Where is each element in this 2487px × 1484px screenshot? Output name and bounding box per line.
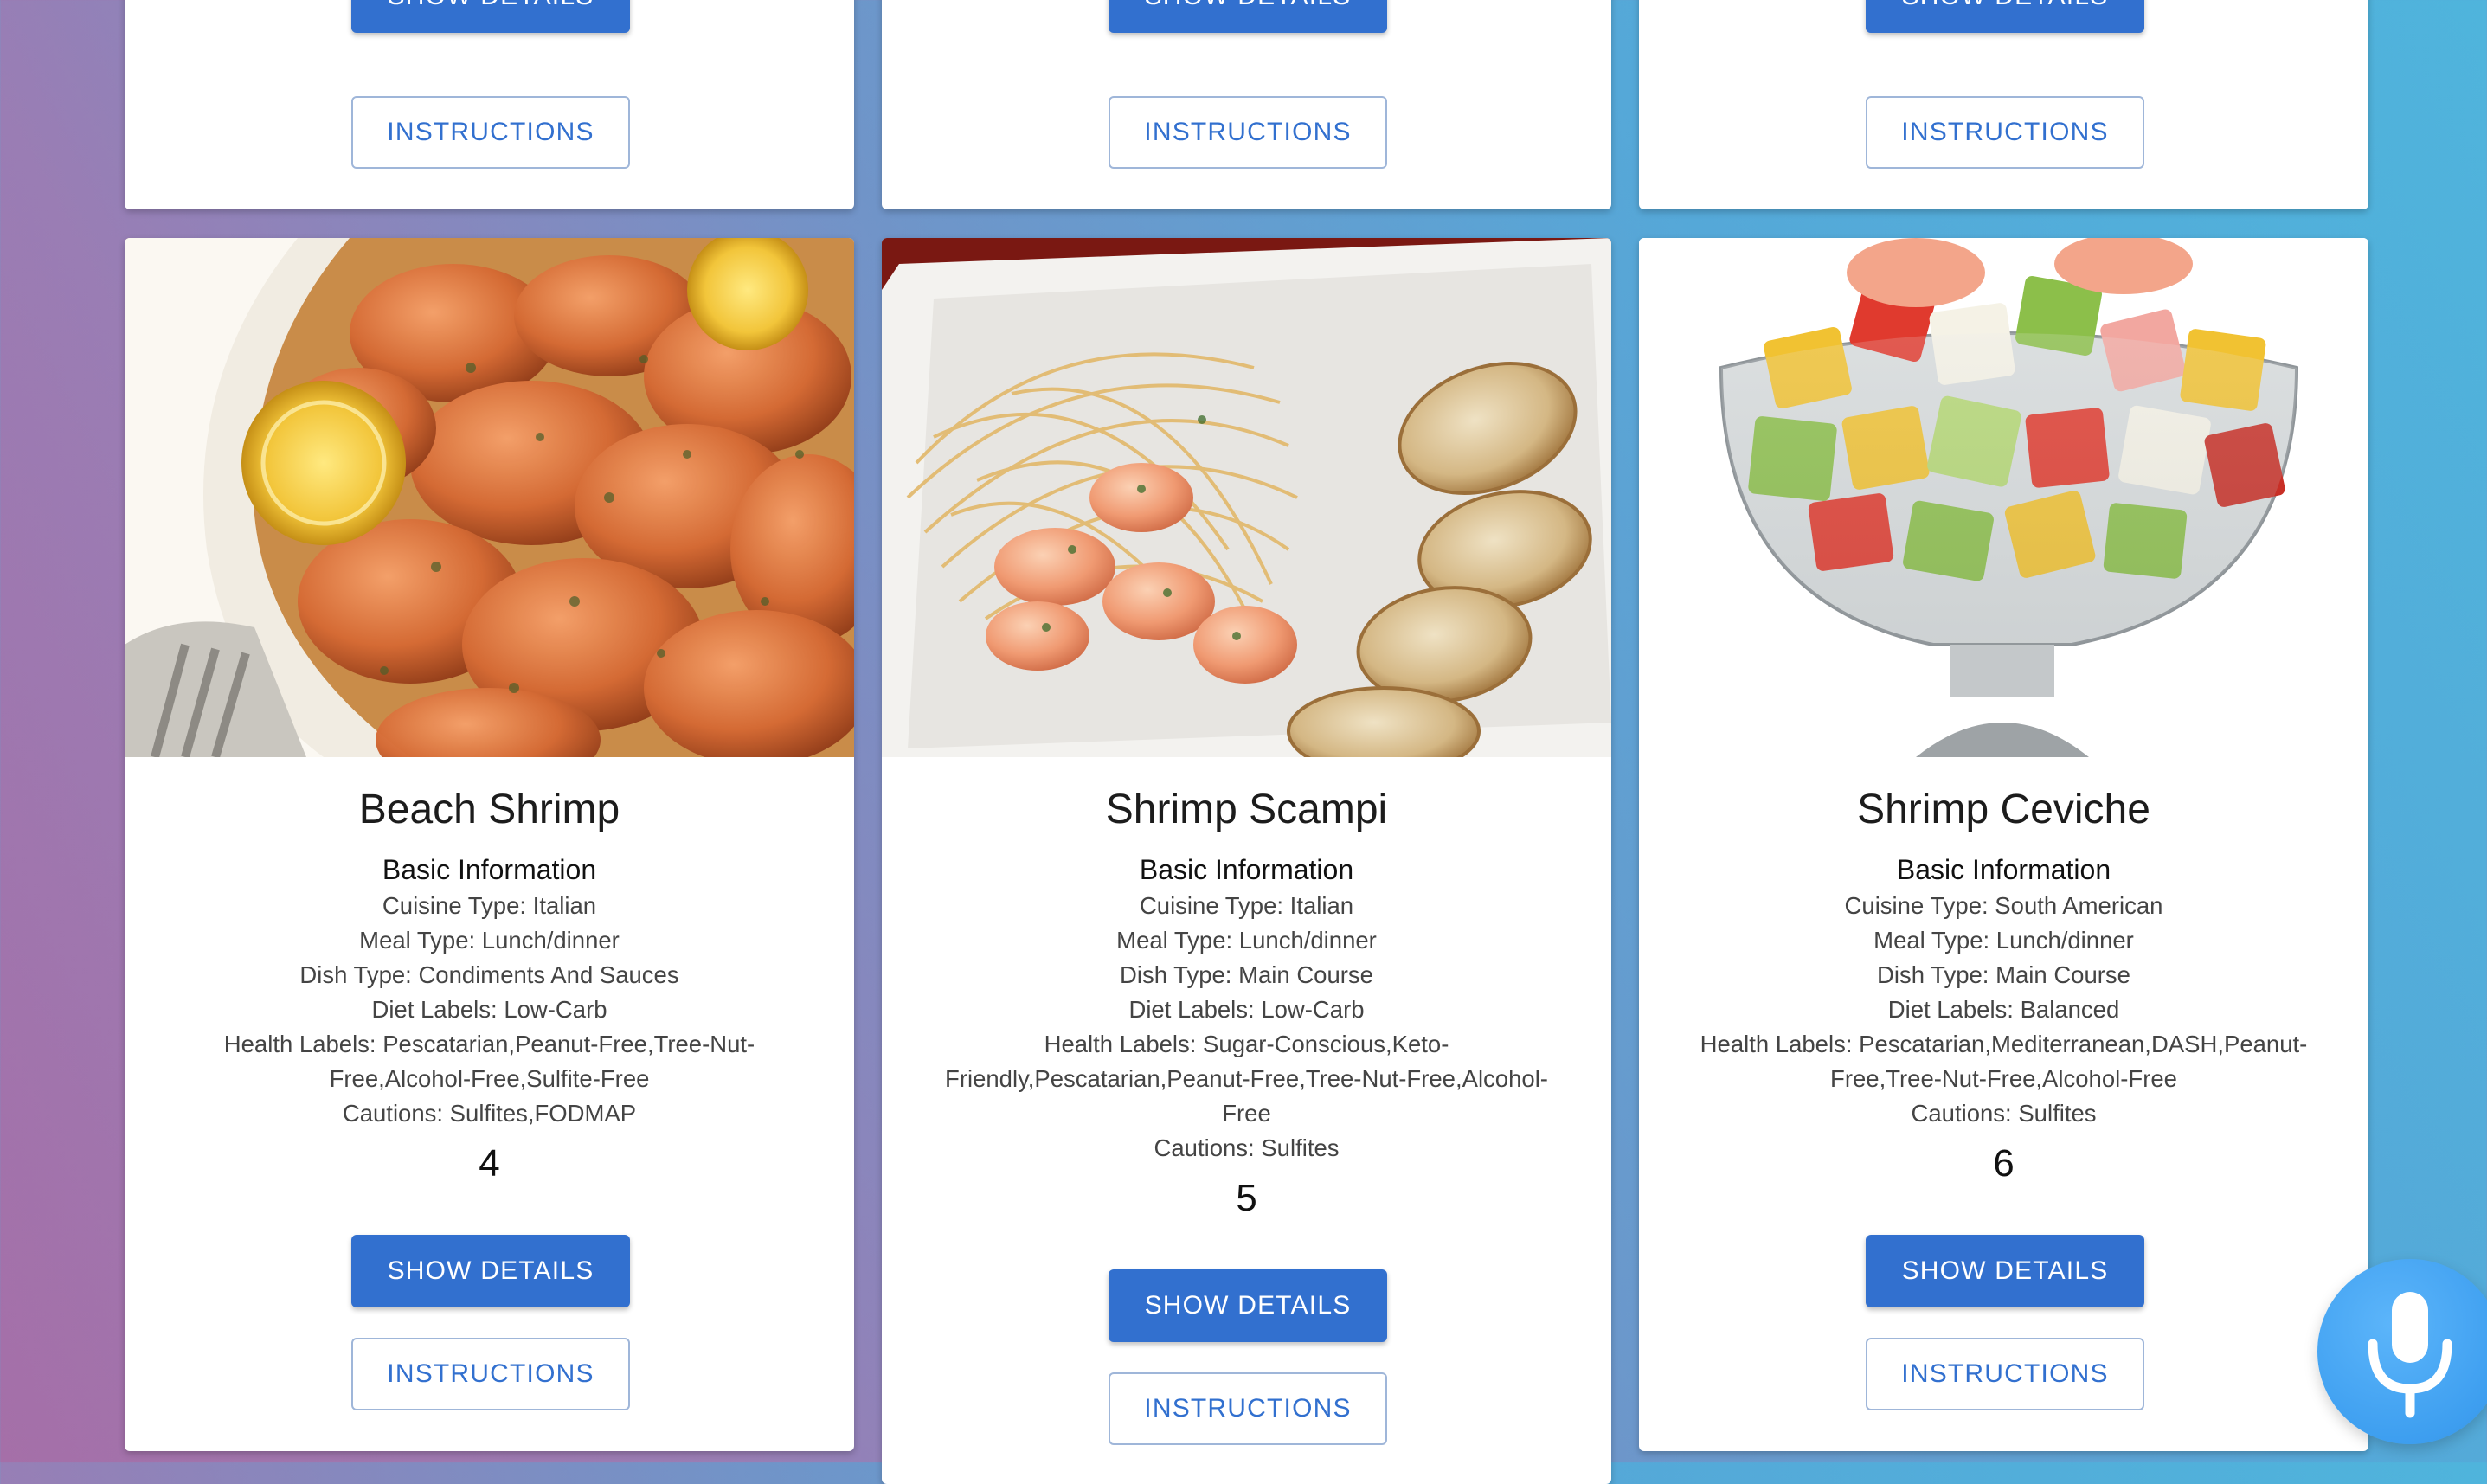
dish-type: Dish Type: Condiments And Sauces — [299, 961, 679, 988]
recipe-number: 5 — [1236, 1177, 1257, 1219]
instructions-button[interactable]: INSTRUCTIONS — [1109, 1372, 1387, 1445]
recipe-title: Shrimp Scampi — [1105, 787, 1388, 832]
health-labels-continued-2: Free — [1222, 1100, 1271, 1127]
basic-information-heading: Basic Information — [382, 854, 597, 885]
recipe-details: Cuisine Type: South American Meal Type: … — [1675, 889, 2333, 1131]
cuisine-type: Cuisine Type: Italian — [382, 892, 597, 919]
show-details-button[interactable]: SHOW DETAILS — [1109, 0, 1387, 33]
health-labels: Health Labels: Sugar-Conscious,Keto- — [1044, 1031, 1449, 1057]
instructions-button[interactable]: INSTRUCTIONS — [351, 96, 630, 169]
health-labels-continued: Free,Alcohol-Free,Sulfite-Free — [329, 1065, 650, 1092]
meal-type: Meal Type: Lunch/dinner — [1873, 927, 2134, 954]
show-details-button[interactable]: SHOW DETAILS — [1109, 1269, 1387, 1342]
microphone-icon — [2368, 1292, 2452, 1418]
instructions-button[interactable]: INSTRUCTIONS — [351, 1338, 630, 1410]
instructions-button[interactable]: INSTRUCTIONS — [1866, 1338, 2144, 1410]
health-labels: Health Labels: Pescatarian,Peanut-Free,T… — [223, 1031, 755, 1057]
cuisine-type: Cuisine Type: South American — [1844, 892, 2163, 919]
health-labels-continued: Friendly,Pescatarian,Peanut-Free,Tree-Nu… — [945, 1065, 1548, 1092]
recipe-card-beach-shrimp: Beach Shrimp Basic Information Cuisine T… — [125, 238, 854, 1451]
health-labels: Health Labels: Pescatarian,Mediterranean… — [1700, 1031, 2308, 1057]
basic-information-heading: Basic Information — [1896, 854, 2111, 885]
dish-type: Dish Type: Main Course — [1120, 961, 1373, 988]
show-details-button[interactable]: SHOW DETAILS — [351, 1235, 630, 1307]
recipe-card-top-1: SHOW DETAILS INSTRUCTIONS — [125, 0, 854, 209]
recipe-card-shrimp-ceviche: Shrimp Ceviche Basic Information Cuisine… — [1639, 238, 2368, 1451]
cuisine-type: Cuisine Type: Italian — [1139, 892, 1354, 919]
instructions-button[interactable]: INSTRUCTIONS — [1866, 96, 2144, 169]
show-details-button[interactable]: SHOW DETAILS — [351, 0, 630, 33]
cautions: Cautions: Sulfites — [1911, 1100, 2097, 1127]
diet-labels: Diet Labels: Low-Carb — [1128, 996, 1365, 1023]
cautions: Cautions: Sulfites — [1154, 1134, 1340, 1161]
instructions-button[interactable]: INSTRUCTIONS — [1109, 96, 1387, 169]
recipe-card-top-2: SHOW DETAILS INSTRUCTIONS — [882, 0, 1611, 209]
recipe-number: 4 — [479, 1142, 500, 1185]
meal-type: Meal Type: Lunch/dinner — [359, 927, 620, 954]
diet-labels: Diet Labels: Balanced — [1887, 996, 2120, 1023]
recipe-title: Beach Shrimp — [358, 787, 620, 832]
recipe-number: 6 — [1993, 1142, 2015, 1185]
voice-assistant-button[interactable] — [2317, 1259, 2487, 1444]
basic-information-heading: Basic Information — [1139, 854, 1354, 885]
recipe-photo-shrimp-scampi[interactable] — [882, 238, 1611, 757]
recipe-card-top-3: SHOW DETAILS INSTRUCTIONS — [1639, 0, 2368, 209]
diet-labels: Diet Labels: Low-Carb — [371, 996, 607, 1023]
recipe-photo-beach-shrimp[interactable] — [125, 238, 854, 757]
health-labels-continued: Free,Tree-Nut-Free,Alcohol-Free — [1830, 1065, 2177, 1092]
recipe-title: Shrimp Ceviche — [1857, 787, 2150, 832]
dish-type: Dish Type: Main Course — [1877, 961, 2130, 988]
show-details-button[interactable]: SHOW DETAILS — [1866, 1235, 2144, 1307]
meal-type: Meal Type: Lunch/dinner — [1116, 927, 1377, 954]
cautions: Cautions: Sulfites,FODMAP — [342, 1100, 637, 1127]
recipe-details: Cuisine Type: Italian Meal Type: Lunch/d… — [161, 889, 819, 1131]
show-details-button[interactable]: SHOW DETAILS — [1866, 0, 2144, 33]
recipe-card-shrimp-scampi: Shrimp Scampi Basic Information Cuisine … — [882, 238, 1611, 1484]
recipe-photo-shrimp-ceviche[interactable] — [1639, 238, 2368, 757]
recipe-details: Cuisine Type: Italian Meal Type: Lunch/d… — [918, 889, 1576, 1166]
